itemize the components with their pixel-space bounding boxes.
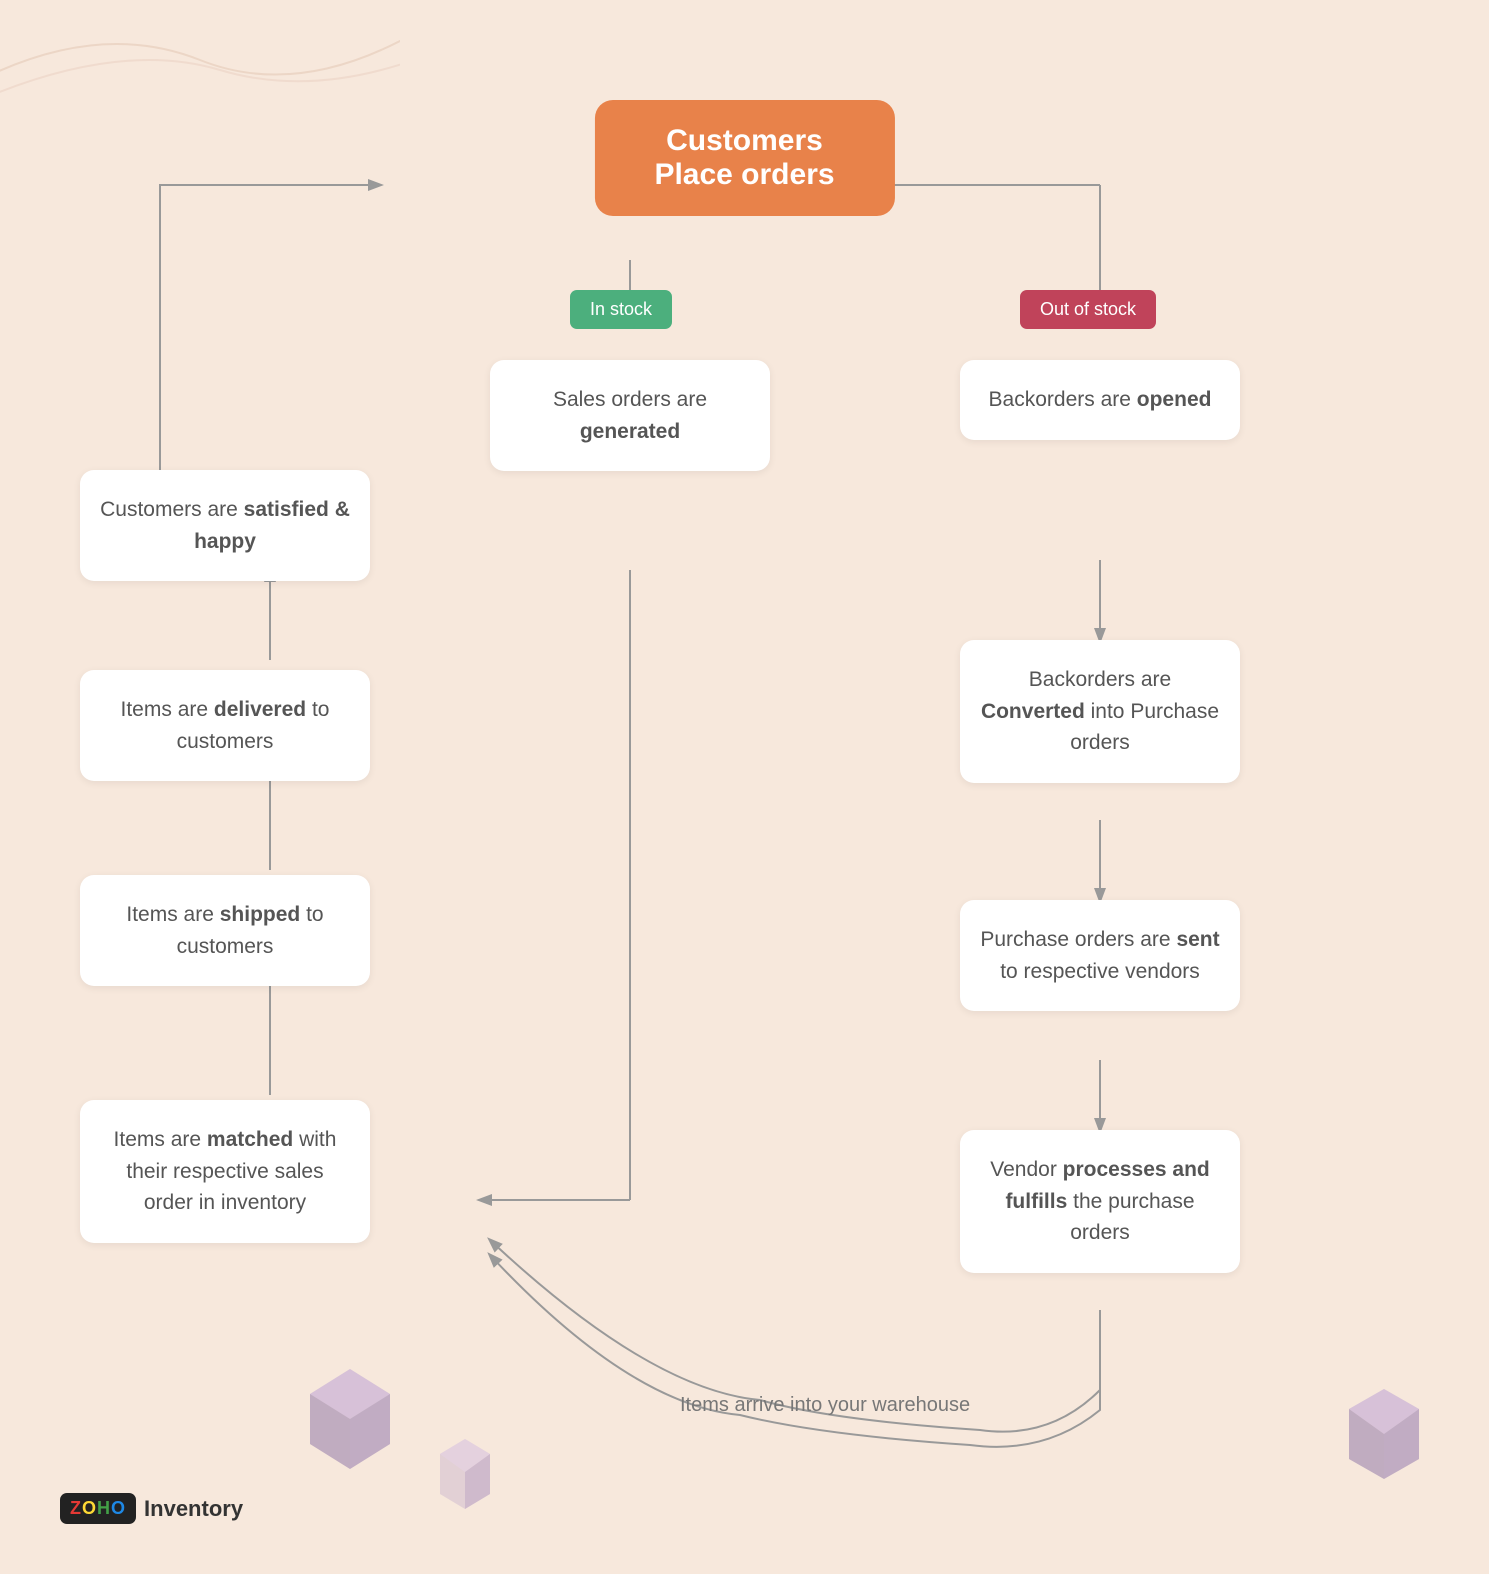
box-sales-orders: Sales orders are generated	[490, 360, 770, 471]
box-vendor-processes: Vendor processes and fulfills the purcha…	[960, 1130, 1240, 1273]
box-shipped: Items are shipped to customers	[80, 875, 370, 986]
deco-shape-left	[300, 1364, 400, 1484]
box-backorders-converted: Backorders are Converted into Purchase o…	[960, 640, 1240, 783]
box-purchase-orders-sent: Purchase orders are sent to respective v…	[960, 900, 1240, 1011]
top-node: Customers Place orders	[594, 100, 894, 216]
logo-product-name: Inventory	[144, 1496, 243, 1522]
badge-outofstock: Out of stock	[1020, 290, 1156, 329]
deco-shape-right	[1339, 1384, 1429, 1494]
box-matched: Items are matched with their respective …	[80, 1100, 370, 1243]
badge-instock: In stock	[570, 290, 672, 329]
box-backorders-opened: Backorders are opened	[960, 360, 1240, 440]
label-items-arrive: Items arrive into your warehouse	[680, 1390, 970, 1420]
box-delivered: Items are delivered to customers	[80, 670, 370, 781]
zoho-logo-badge: ZOHO	[60, 1493, 136, 1524]
deco-shape-bottom-mid	[430, 1434, 500, 1524]
logo-area: ZOHO Inventory	[60, 1493, 243, 1524]
box-satisfied: Customers are satisfied & happy	[80, 470, 370, 581]
